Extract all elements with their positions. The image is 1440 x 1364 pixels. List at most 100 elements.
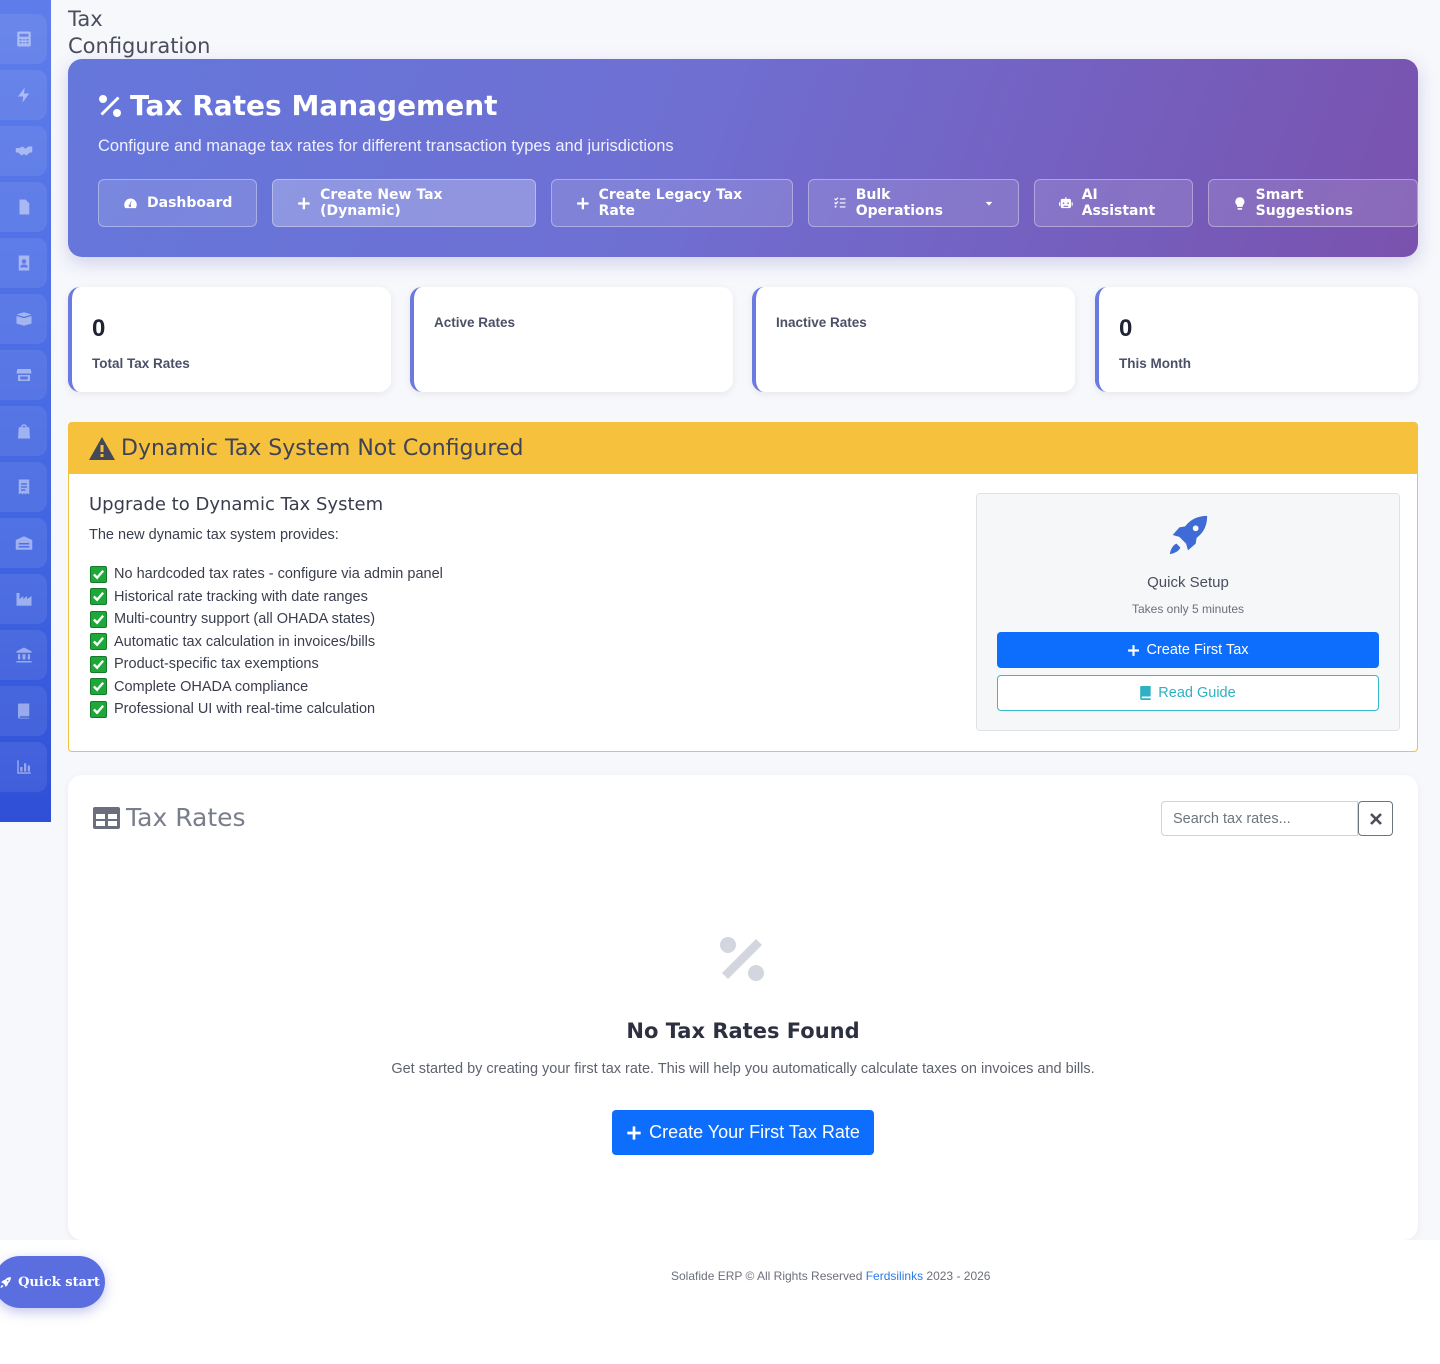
ai-assistant-label: AI Assistant <box>1081 187 1156 219</box>
sidebar-item-boxes[interactable] <box>0 294 47 344</box>
stat-card-this-month: 0 This Month <box>1095 287 1418 392</box>
list-item: Product-specific tax exemptions <box>90 653 443 676</box>
list-item: Multi-country support (all OHADA states) <box>90 608 443 631</box>
quick-setup-subtitle: Takes only 5 minutes <box>1131 602 1245 616</box>
percent-icon <box>718 935 766 983</box>
sidebar-item-warehouse[interactable] <box>0 518 47 568</box>
list-item: Automatic tax calculation in invoices/bi… <box>90 631 443 654</box>
read-guide-label: Read Guide <box>1158 685 1236 701</box>
sidebar-item-contacts[interactable] <box>0 238 47 288</box>
list-item: No hardcoded tax rates - configure via a… <box>90 563 443 586</box>
shopping-bag-icon <box>17 424 30 439</box>
upgrade-intro: The new dynamic tax system provides: <box>89 527 339 543</box>
check-icon <box>90 588 107 606</box>
search-input[interactable] <box>1161 801 1358 836</box>
sidebar-item-bank[interactable] <box>0 630 47 680</box>
feature-text: Multi-country support (all OHADA states) <box>114 611 376 628</box>
quick-setup-title: Quick Setup <box>1147 574 1229 591</box>
plus-icon <box>577 197 589 209</box>
create-legacy-tax-label: Create Legacy Tax Rate <box>598 187 743 219</box>
sidebar-item-store[interactable] <box>0 350 47 400</box>
chart-icon <box>16 760 31 774</box>
hero-subtitle: Configure and manage tax rates for diffe… <box>98 137 674 155</box>
sidebar-item-bolt[interactable] <box>0 70 47 120</box>
hero-actions: Dashboard Create New Tax (Dynamic) Creat… <box>98 179 1418 227</box>
feature-text: Historical rate tracking with date range… <box>114 588 368 605</box>
sidebar-item-book[interactable] <box>0 686 47 736</box>
footer-link[interactable]: Ferdsilinks <box>866 1269 923 1283</box>
store-icon <box>16 369 31 381</box>
tax-rates-card: Tax Rates No Tax Rates Found Get started… <box>68 775 1418 1240</box>
sidebar-item-receipt[interactable] <box>0 462 47 512</box>
create-first-tax-button[interactable]: Create First Tax <box>997 632 1379 668</box>
stat-card-total: 0 Total Tax Rates <box>68 287 391 392</box>
calculator-icon <box>16 31 31 47</box>
check-icon <box>90 610 107 628</box>
create-first-tax-rate-button[interactable]: Create Your First Tax Rate <box>612 1110 874 1155</box>
quick-setup-card: Quick Setup Takes only 5 minutes Create … <box>976 493 1400 731</box>
handshake-icon <box>15 146 32 156</box>
footer-area <box>0 1240 1440 1364</box>
sidebar-item-chart[interactable] <box>0 742 47 792</box>
stat-card-active: Active Rates <box>410 287 733 392</box>
check-icon <box>90 633 107 651</box>
warning-triangle-icon <box>89 436 115 460</box>
caret-down-icon <box>985 201 993 206</box>
feature-text: Automatic tax calculation in invoices/bi… <box>114 633 376 650</box>
page-title: Tax Configuration <box>68 7 211 58</box>
bulk-operations-label: Bulk Operations <box>855 187 943 219</box>
boxes-icon <box>16 312 31 326</box>
create-dynamic-tax-button[interactable]: Create New Tax (Dynamic) <box>272 179 536 227</box>
sidebar-item-calculator[interactable] <box>0 14 47 64</box>
quick-start-button[interactable]: Quick start <box>0 1256 105 1308</box>
smart-suggestions-label: Smart Suggestions <box>1255 187 1354 219</box>
check-icon <box>90 565 107 583</box>
stat-value: 0 <box>1119 315 1133 342</box>
rocket-icon <box>0 1276 12 1288</box>
sidebar-item-industry[interactable] <box>0 574 47 624</box>
footer-copyright: Solafide ERP © All Rights Reserved <box>671 1269 866 1283</box>
dynamic-tax-warning-panel: Dynamic Tax System Not Configured Upgrad… <box>68 422 1418 752</box>
create-first-tax-rate-label: Create Your First Tax Rate <box>649 1122 860 1142</box>
feature-text: Professional UI with real-time calculati… <box>114 701 376 718</box>
dashboard-button[interactable]: Dashboard <box>98 179 258 227</box>
feature-text: Complete OHADA compliance <box>114 678 309 695</box>
warehouse-icon <box>15 536 32 550</box>
robot-icon <box>1059 196 1073 208</box>
clear-search-button[interactable] <box>1358 801 1393 836</box>
plus-icon <box>627 1125 641 1140</box>
tax-rates-title-text: Tax Rates <box>126 803 246 832</box>
feature-text: No hardcoded tax rates - configure via a… <box>114 566 443 583</box>
plus-icon <box>1128 644 1140 656</box>
read-guide-button[interactable]: Read Guide <box>997 675 1379 711</box>
book-icon <box>17 703 29 719</box>
create-legacy-tax-button[interactable]: Create Legacy Tax Rate <box>550 179 794 227</box>
list-item: Professional UI with real-time calculati… <box>90 698 443 721</box>
bulk-operations-dropdown[interactable]: Bulk Operations <box>808 179 1019 227</box>
smart-suggestions-button[interactable]: Smart Suggestions <box>1207 179 1418 227</box>
bolt-icon <box>17 87 29 103</box>
address-book-icon <box>18 255 29 271</box>
percent-icon <box>99 94 121 117</box>
rocket-icon <box>1165 512 1211 558</box>
empty-state-description: Get started by creating your first tax r… <box>391 1061 1095 1077</box>
warning-title: Dynamic Tax System Not Configured <box>121 436 524 461</box>
hero-title-text: Tax Rates Management <box>130 89 498 122</box>
check-icon <box>90 655 107 673</box>
upgrade-title: Upgrade to Dynamic Tax System <box>89 494 384 515</box>
bank-icon <box>16 647 31 663</box>
stat-label: Active Rates <box>434 315 516 330</box>
create-first-tax-label: Create First Tax <box>1146 642 1249 658</box>
ai-assistant-button[interactable]: AI Assistant <box>1034 179 1193 227</box>
footer-text: Solafide ERP © All Rights Reserved Ferds… <box>671 1269 990 1283</box>
sidebar-item-shop[interactable] <box>0 406 47 456</box>
close-icon <box>1369 812 1382 825</box>
check-icon <box>90 678 107 696</box>
file-icon <box>19 199 29 215</box>
table-icon <box>93 806 120 829</box>
hero-banner: Tax Rates Management Configure and manag… <box>68 59 1418 257</box>
warning-header: Dynamic Tax System Not Configured <box>69 423 1417 474</box>
sidebar-item-file[interactable] <box>0 182 47 232</box>
feature-list: No hardcoded tax rates - configure via a… <box>90 563 443 721</box>
sidebar-item-handshake[interactable] <box>0 126 47 176</box>
